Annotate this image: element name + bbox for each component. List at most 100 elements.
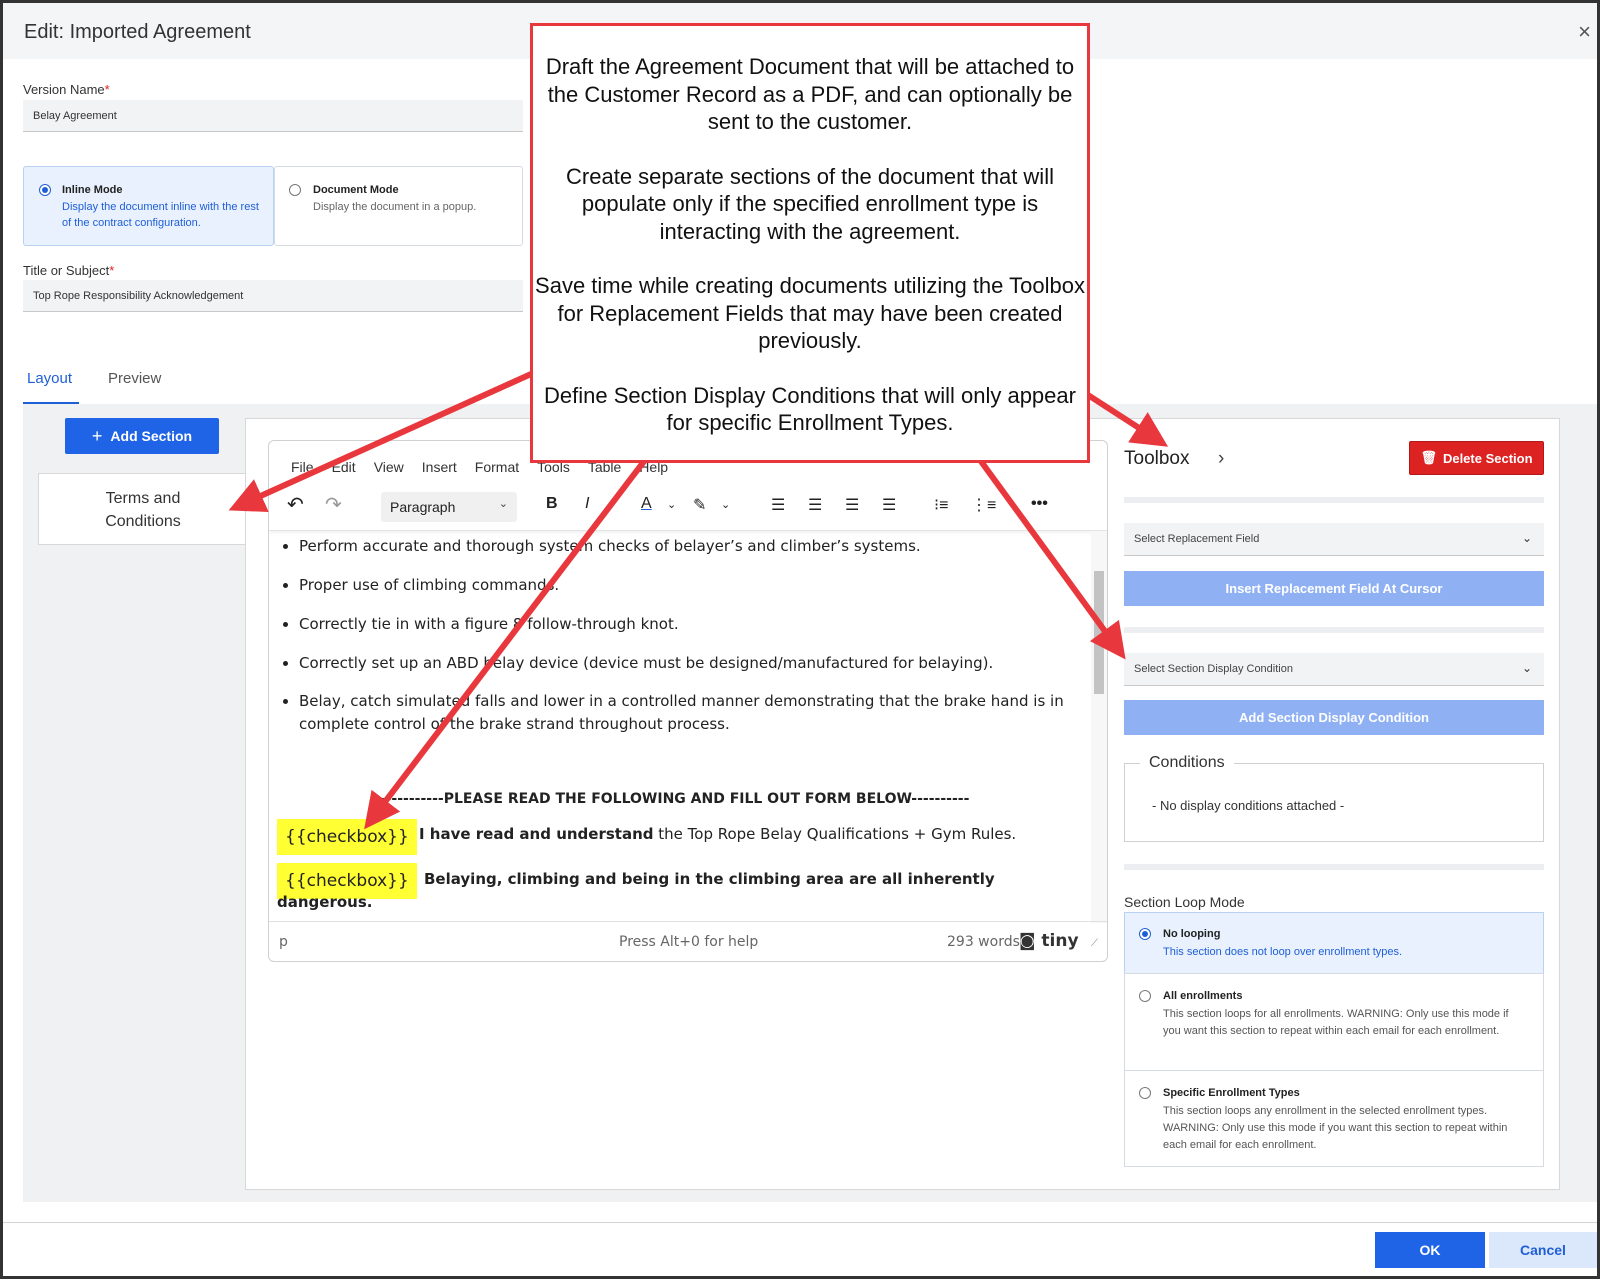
cancel-button[interactable]: Cancel bbox=[1489, 1232, 1597, 1268]
add-section-display-condition-button[interactable]: Add Section Display Condition bbox=[1124, 700, 1544, 735]
element-path[interactable]: p bbox=[279, 934, 288, 950]
tiny-brand: tiny bbox=[1041, 931, 1079, 951]
conditions-legend: Conditions bbox=[1140, 754, 1234, 772]
list-item: Belay, catch simulated falls and lower i… bbox=[299, 690, 1079, 736]
menu-view[interactable]: View bbox=[374, 459, 404, 483]
section-card-terms[interactable]: Terms and Conditions bbox=[38, 473, 248, 545]
delete-section-button[interactable]: 🗑 Delete Section bbox=[1409, 441, 1544, 475]
toolbox-divider bbox=[1124, 627, 1544, 633]
required-mark: * bbox=[104, 82, 110, 97]
editor-content[interactable]: Perform accurate and thorough system che… bbox=[269, 531, 1084, 923]
align-center-icon[interactable]: ☰ bbox=[808, 495, 822, 515]
please-read-heading: ------------PLEASE READ THE FOLLOWING AN… bbox=[374, 791, 970, 807]
bullet-list-icon[interactable]: ⁝≡ bbox=[934, 495, 948, 515]
scrollbar-thumb[interactable] bbox=[1094, 571, 1104, 694]
section-display-condition-select[interactable]: Select Section Display Condition ⌄ bbox=[1124, 653, 1544, 686]
ok-button[interactable]: OK bbox=[1375, 1232, 1485, 1268]
specific-enrollment-radio[interactable] bbox=[1139, 1087, 1151, 1099]
document-mode-title: Document Mode bbox=[313, 184, 399, 196]
callout-paragraph: Save time while creating documents utili… bbox=[535, 273, 1085, 353]
loop-option-title: No looping bbox=[1163, 928, 1221, 940]
list-item: Correctly set up an ABD belay device (de… bbox=[299, 652, 1079, 675]
title-subject-label-text: Title or Subject bbox=[23, 263, 110, 278]
menu-edit[interactable]: Edit bbox=[332, 459, 356, 483]
numbered-list-icon[interactable]: ⋮≡ bbox=[971, 495, 996, 515]
version-name-input[interactable]: Belay Agreement bbox=[23, 100, 523, 132]
no-looping-radio[interactable] bbox=[1139, 928, 1151, 940]
align-left-icon[interactable]: ☰ bbox=[771, 495, 785, 515]
section-card-line1: Terms and bbox=[105, 490, 181, 507]
loop-option-title: All enrollments bbox=[1163, 990, 1243, 1002]
editor-scrollbar[interactable] bbox=[1091, 531, 1107, 923]
undo-icon[interactable]: ↶ bbox=[287, 492, 304, 517]
acknowledgement-line-2b: dangerous. bbox=[277, 893, 373, 911]
align-justify-icon[interactable]: ☰ bbox=[882, 495, 896, 515]
add-section-button[interactable]: + Add Section bbox=[65, 418, 219, 454]
loop-option-description: This section loops any enrollment in the… bbox=[1163, 1105, 1508, 1151]
block-format-select[interactable]: Paragraph ⌄ bbox=[381, 492, 517, 522]
loop-option-description: This section loops for all enrollments. … bbox=[1163, 1008, 1509, 1037]
no-conditions-message: - No display conditions attached - bbox=[1152, 798, 1345, 813]
acknowledgement-rest-1: the Top Rope Belay Qualifications + Gym … bbox=[653, 825, 1017, 843]
redo-icon[interactable]: ↷ bbox=[325, 492, 342, 517]
rich-text-editor: File Edit View Insert Format Tools Table… bbox=[268, 440, 1108, 962]
chevron-down-icon: ⌄ bbox=[1521, 531, 1532, 545]
block-format-value: Paragraph bbox=[390, 499, 456, 515]
version-name-label-text: Version Name bbox=[23, 82, 105, 97]
word-count[interactable]: 293 words bbox=[947, 934, 1020, 950]
section-display-condition-placeholder: Select Section Display Condition bbox=[1134, 663, 1293, 675]
plus-icon: + bbox=[91, 425, 103, 446]
menu-format[interactable]: Format bbox=[475, 459, 519, 483]
tiny-logo[interactable]: ◙ tiny bbox=[1019, 931, 1079, 951]
toolbox-divider bbox=[1124, 864, 1544, 870]
replacement-field-select[interactable]: Select Replacement Field ⌄ bbox=[1124, 523, 1544, 556]
highlight-color-icon[interactable]: ✎ bbox=[693, 495, 706, 515]
section-loop-mode-label: Section Loop Mode bbox=[1124, 894, 1245, 910]
text-color-icon[interactable]: A bbox=[641, 495, 652, 513]
editor-statusbar: p Press Alt+0 for help 293 words ◙ tiny … bbox=[269, 921, 1107, 961]
more-icon[interactable]: ••• bbox=[1031, 495, 1048, 513]
menu-file[interactable]: File bbox=[291, 459, 314, 483]
list-item: Proper use of climbing commands. bbox=[299, 574, 1079, 597]
document-mode-option[interactable]: Document Mode Display the document in a … bbox=[274, 166, 523, 246]
loop-option-all-enrollments[interactable]: All enrollments This section loops for a… bbox=[1124, 973, 1544, 1071]
instruction-callout: Draft the Agreement Document that will b… bbox=[530, 23, 1090, 463]
document-mode-radio[interactable] bbox=[289, 184, 301, 196]
title-subject-label: Title or Subject* bbox=[23, 263, 114, 278]
dialog-title: Edit: Imported Agreement bbox=[24, 21, 251, 43]
version-name-label: Version Name* bbox=[23, 82, 110, 97]
section-card-line2: Conditions bbox=[105, 513, 181, 530]
loop-option-no-looping[interactable]: No looping This section does not loop ov… bbox=[1124, 912, 1544, 974]
required-mark: * bbox=[109, 263, 115, 278]
delete-section-label: Delete Section bbox=[1442, 450, 1533, 466]
footer-divider bbox=[3, 1222, 1597, 1223]
text-color-chevron-icon[interactable]: ⌄ bbox=[667, 498, 676, 511]
inline-mode-option[interactable]: Inline Mode Display the document inline … bbox=[23, 166, 274, 246]
insert-replacement-field-button[interactable]: Insert Replacement Field At Cursor bbox=[1124, 571, 1544, 606]
inline-mode-radio[interactable] bbox=[39, 184, 51, 196]
close-icon[interactable]: × bbox=[1578, 19, 1591, 45]
tab-layout[interactable]: Layout bbox=[27, 370, 72, 387]
highlight-chevron-icon[interactable]: ⌄ bbox=[721, 498, 730, 511]
chevron-right-icon[interactable]: › bbox=[1218, 448, 1224, 470]
trash-icon: 🗑 bbox=[1420, 450, 1437, 465]
acknowledgement-line-2: Belaying, climbing and being in the clim… bbox=[424, 870, 995, 888]
callout-paragraph: Create separate sections of the document… bbox=[566, 163, 1054, 244]
align-right-icon[interactable]: ☰ bbox=[845, 495, 859, 515]
loop-option-specific-enrollment-types[interactable]: Specific Enrollment Types This section l… bbox=[1124, 1070, 1544, 1167]
all-enrollments-radio[interactable] bbox=[1139, 990, 1151, 1002]
list-item: Perform accurate and thorough system che… bbox=[299, 535, 1079, 558]
resize-handle-icon[interactable]: ⟋ bbox=[1091, 938, 1098, 949]
tab-preview[interactable]: Preview bbox=[108, 370, 161, 387]
italic-icon[interactable]: I bbox=[585, 495, 589, 513]
bold-icon[interactable]: B bbox=[546, 495, 558, 513]
tiny-icon: ◙ bbox=[1019, 931, 1036, 951]
help-hint: Press Alt+0 for help bbox=[619, 934, 759, 950]
chevron-down-icon: ⌄ bbox=[1521, 661, 1532, 675]
menu-insert[interactable]: Insert bbox=[422, 459, 457, 483]
title-subject-input[interactable]: Top Rope Responsibility Acknowledgement bbox=[23, 280, 523, 312]
inline-mode-title: Inline Mode bbox=[62, 184, 123, 196]
inline-mode-description: Display the document inline with the res… bbox=[62, 201, 259, 229]
checkbox-placeholder-1: {{checkbox}} bbox=[277, 819, 417, 855]
loop-option-title: Specific Enrollment Types bbox=[1163, 1087, 1300, 1099]
